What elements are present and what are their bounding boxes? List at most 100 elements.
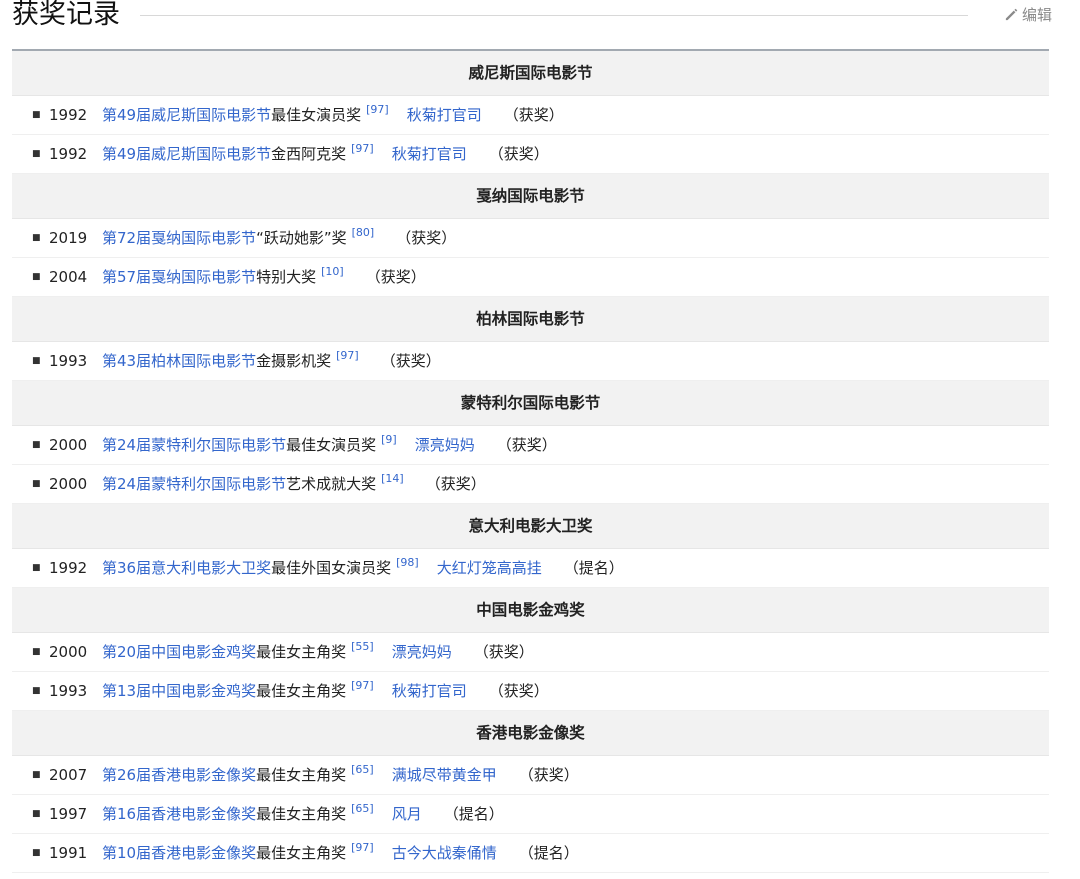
award-content: 第49届威尼斯国际电影节最佳女演员奖 [97] 秋菊打官司 （获奖） (102, 96, 564, 134)
film-link[interactable]: 满城尽带黄金甲 (392, 766, 497, 784)
awards-table: 威尼斯国际电影节 ■ 1992 第49届威尼斯国际电影节最佳女演员奖 [97] 秋菊… (12, 49, 1049, 873)
award-year: 1992 (49, 145, 88, 163)
award-year: 2007 (49, 766, 88, 784)
event-link[interactable]: 第72届戛纳国际电影节 (102, 229, 256, 247)
reference-link[interactable]: [80] (352, 226, 375, 239)
event-link[interactable]: 第24届蒙特利尔国际电影节 (102, 436, 286, 454)
event-link[interactable]: 第10届香港电影金像奖 (102, 844, 256, 862)
film-link[interactable]: 风月 (392, 805, 422, 823)
film-link[interactable]: 漂亮妈妈 (392, 643, 452, 661)
award-result: （获奖） (518, 766, 579, 784)
award-result: （获奖） (380, 352, 441, 370)
award-row: ■ 2000 第24届蒙特利尔国际电影节最佳女演员奖 [9] 漂亮妈妈 （获奖） (12, 426, 1049, 465)
reference-link[interactable]: [10] (321, 265, 344, 278)
reference-link[interactable]: [65] (351, 802, 374, 815)
event-link[interactable]: 第36届意大利电影大卫奖 (102, 559, 271, 577)
film-link[interactable]: 秋菊打官司 (407, 106, 482, 124)
award-year: 1997 (49, 805, 88, 823)
film-link[interactable]: 古今大战秦俑情 (392, 844, 497, 862)
reference-link[interactable]: [65] (351, 763, 374, 776)
reference-link[interactable]: [55] (351, 640, 374, 653)
edit-button[interactable]: 编辑 (1004, 4, 1052, 25)
bullet-icon: ■ (32, 440, 41, 450)
award-row: ■ 2000 第24届蒙特利尔国际电影节艺术成就大奖 [14] （获奖） (12, 465, 1049, 504)
reference-link[interactable]: [9] (381, 433, 397, 446)
award-name: 金摄影机奖 (256, 352, 332, 370)
section-header: 中国电影金鸡奖 (12, 588, 1049, 633)
event-link[interactable]: 第26届香港电影金像奖 (102, 766, 256, 784)
reference-link[interactable]: [97] (336, 349, 359, 362)
award-year: 2004 (49, 268, 88, 286)
award-result: （获奖） (503, 106, 564, 124)
event-link[interactable]: 第49届威尼斯国际电影节 (102, 106, 271, 124)
award-name: 最佳外国女演员奖 (271, 559, 392, 577)
award-name: 最佳女主角奖 (256, 844, 347, 862)
reference-link[interactable]: [97] (351, 142, 374, 155)
award-name: 最佳女演员奖 (271, 106, 362, 124)
bullet-icon: ■ (32, 272, 41, 282)
award-row: ■ 1992 第49届威尼斯国际电影节金西阿克奖 [97] 秋菊打官司 （获奖） (12, 135, 1049, 174)
award-year: 1993 (49, 352, 88, 370)
award-year: 1993 (49, 682, 88, 700)
event-link[interactable]: 第20届中国电影金鸡奖 (102, 643, 256, 661)
award-name: 最佳女演员奖 (286, 436, 377, 454)
award-row: ■ 1993 第43届柏林国际电影节金摄影机奖 [97] （获奖） (12, 342, 1049, 381)
section-header: 意大利电影大卫奖 (12, 504, 1049, 549)
film-link[interactable]: 秋菊打官司 (392, 145, 467, 163)
bullet-icon: ■ (32, 686, 41, 696)
award-content: 第20届中国电影金鸡奖最佳女主角奖 [55] 漂亮妈妈 （获奖） (102, 633, 534, 671)
award-name: 最佳女主角奖 (256, 643, 347, 661)
event-link[interactable]: 第24届蒙特利尔国际电影节 (102, 475, 286, 493)
bullet-icon: ■ (32, 770, 41, 780)
section-heading: 获奖记录 编辑 (12, 0, 1052, 34)
film-link[interactable]: 大红灯笼高高挂 (437, 559, 542, 577)
award-result: （获奖） (396, 229, 457, 247)
award-content: 第43届柏林国际电影节金摄影机奖 [97] （获奖） (102, 342, 441, 380)
award-row: ■ 1993 第13届中国电影金鸡奖最佳女主角奖 [97] 秋菊打官司 （获奖） (12, 672, 1049, 711)
event-link[interactable]: 第16届香港电影金像奖 (102, 805, 256, 823)
edit-label: 编辑 (1021, 6, 1052, 24)
award-content: 第72届戛纳国际电影节“跃动她影”奖 [80] （获奖） (102, 219, 456, 257)
event-link[interactable]: 第49届威尼斯国际电影节 (102, 145, 271, 163)
event-link[interactable]: 第43届柏林国际电影节 (102, 352, 256, 370)
award-name: “跃动她影”奖 (256, 229, 347, 247)
award-year: 1992 (49, 559, 88, 577)
reference-link[interactable]: [14] (381, 472, 404, 485)
film-link[interactable]: 秋菊打官司 (392, 682, 467, 700)
bullet-icon: ■ (32, 479, 41, 489)
bullet-icon: ■ (32, 647, 41, 657)
bullet-icon: ■ (32, 356, 41, 366)
award-result: （获奖） (473, 643, 534, 661)
pencil-icon (1005, 8, 1018, 21)
award-result: （获奖） (488, 682, 549, 700)
bullet-icon: ■ (32, 110, 41, 120)
award-year: 2019 (49, 229, 88, 247)
film-link[interactable]: 漂亮妈妈 (415, 436, 475, 454)
award-row: ■ 2000 第20届中国电影金鸡奖最佳女主角奖 [55] 漂亮妈妈 （获奖） (12, 633, 1049, 672)
award-result: （获奖） (425, 475, 486, 493)
award-content: 第13届中国电影金鸡奖最佳女主角奖 [97] 秋菊打官司 （获奖） (102, 672, 549, 710)
section-header: 戛纳国际电影节 (12, 174, 1049, 219)
award-result: （提名） (563, 559, 624, 577)
award-result: （提名） (443, 805, 504, 823)
award-row: ■ 1992 第49届威尼斯国际电影节最佳女演员奖 [97] 秋菊打官司 （获奖） (12, 96, 1049, 135)
award-row: ■ 2019 第72届戛纳国际电影节“跃动她影”奖 [80] （获奖） (12, 219, 1049, 258)
award-year: 1991 (49, 844, 88, 862)
award-result: （获奖） (365, 268, 426, 286)
award-row: ■ 1997 第16届香港电影金像奖最佳女主角奖 [65] 风月 （提名） (12, 795, 1049, 834)
award-content: 第16届香港电影金像奖最佳女主角奖 [65] 风月 （提名） (102, 795, 504, 833)
reference-link[interactable]: [97] (366, 103, 389, 116)
reference-link[interactable]: [97] (351, 841, 374, 854)
event-link[interactable]: 第57届戛纳国际电影节 (102, 268, 256, 286)
award-content: 第24届蒙特利尔国际电影节最佳女演员奖 [9] 漂亮妈妈 （获奖） (102, 426, 557, 464)
reference-link[interactable]: [97] (351, 679, 374, 692)
award-row: ■ 2007 第26届香港电影金像奖最佳女主角奖 [65] 满城尽带黄金甲 （获奖） (12, 756, 1049, 795)
reference-link[interactable]: [98] (396, 556, 419, 569)
award-name: 最佳女主角奖 (256, 682, 347, 700)
award-content: 第49届威尼斯国际电影节金西阿克奖 [97] 秋菊打官司 （获奖） (102, 135, 549, 173)
page-title: 获奖记录 (12, 0, 120, 30)
award-row: ■ 1992 第36届意大利电影大卫奖最佳外国女演员奖 [98] 大红灯笼高高挂 （提… (12, 549, 1049, 588)
award-year: 2000 (49, 475, 88, 493)
award-result: （提名） (518, 844, 579, 862)
event-link[interactable]: 第13届中国电影金鸡奖 (102, 682, 256, 700)
